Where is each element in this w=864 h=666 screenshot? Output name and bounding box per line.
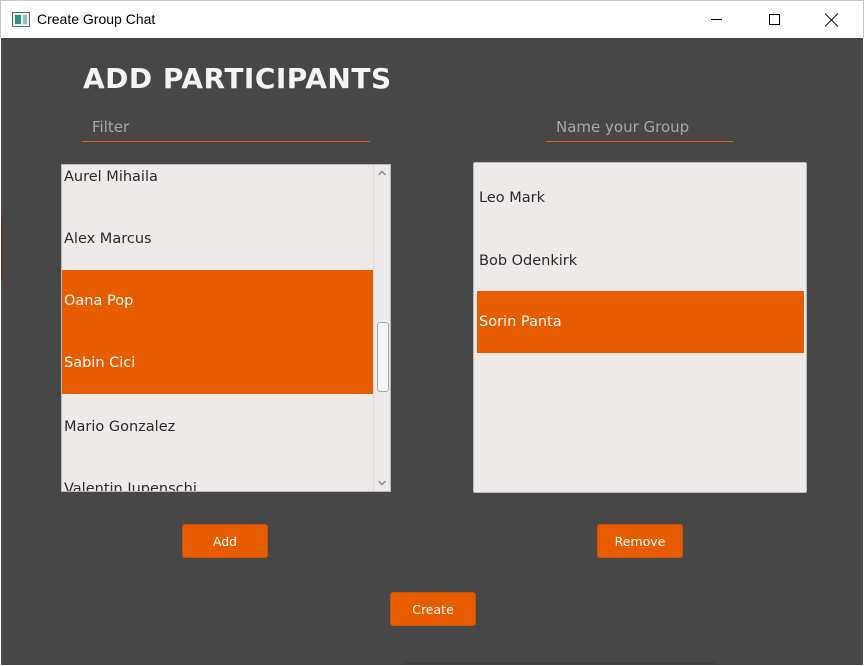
page-title: ADD PARTICIPANTS (83, 62, 392, 95)
minimize-icon (710, 19, 722, 20)
add-button[interactable]: Add (182, 524, 268, 558)
list-scrollbar[interactable] (373, 165, 390, 491)
scroll-up-icon[interactable] (378, 169, 386, 177)
app-window-icon (12, 12, 30, 27)
window-edge-artifact (1, 218, 3, 280)
list-item[interactable]: Leo Mark (477, 167, 804, 229)
dialog-content: ADD PARTICIPANTS Aurel Mihaila Alex Marc… (1, 38, 863, 665)
create-button[interactable]: Create (390, 592, 476, 626)
list-item-selected[interactable]: Sabin Cici (62, 332, 373, 394)
group-name-input[interactable] (546, 112, 733, 142)
remove-button[interactable]: Remove (597, 524, 683, 558)
list-item[interactable]: Bob Odenkirk (477, 230, 804, 292)
list-item[interactable]: Mario Gonzalez (62, 396, 373, 458)
list-item-selected[interactable]: Sorin Panta (477, 291, 804, 353)
list-item[interactable]: Aurel Mihaila (62, 165, 373, 208)
available-users-list[interactable]: Aurel Mihaila Alex Marcus Oana Pop Sabin… (61, 164, 391, 492)
window-title: Create Group Chat (37, 11, 156, 27)
list-item[interactable]: Valentin Jupenschi (62, 458, 373, 491)
maximize-button[interactable] (751, 1, 797, 38)
minimize-button[interactable] (693, 1, 739, 38)
scroll-thumb[interactable] (377, 322, 389, 392)
close-button[interactable] (809, 1, 855, 38)
scroll-down-icon[interactable] (378, 479, 386, 487)
filter-input[interactable] (82, 112, 370, 142)
close-icon (825, 13, 839, 27)
maximize-icon (768, 14, 780, 25)
list-item-selected[interactable]: Oana Pop (62, 270, 373, 332)
list-item[interactable]: Alex Marcus (62, 208, 373, 270)
group-participants-list[interactable]: Leo Mark Bob Odenkirk Sorin Panta (473, 162, 807, 493)
bottom-divider (406, 662, 714, 665)
title-bar: Create Group Chat (0, 0, 864, 38)
